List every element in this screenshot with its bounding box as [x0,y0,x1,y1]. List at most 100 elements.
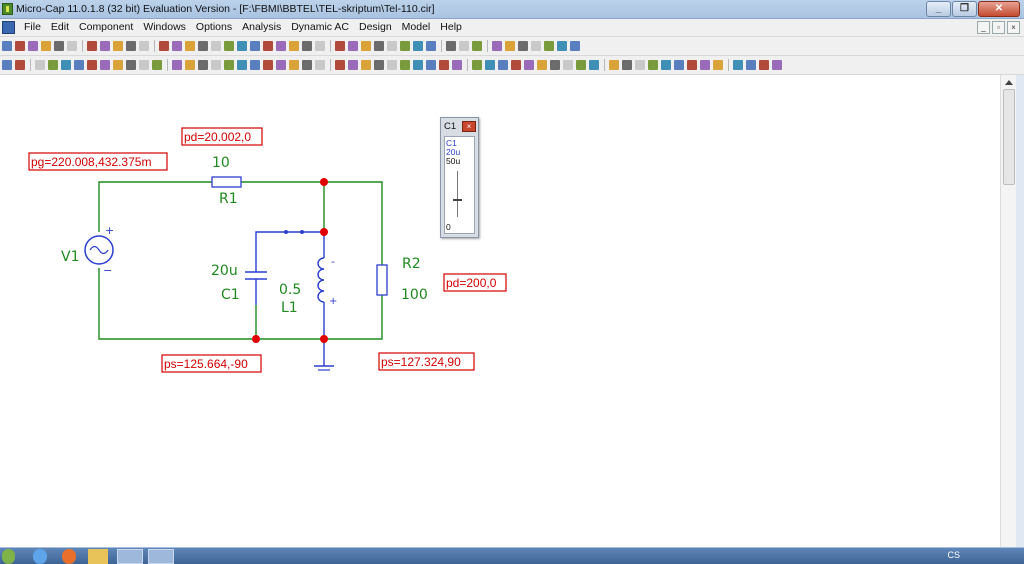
main-tool-icon[interactable] [531,41,541,51]
main-tool-icon[interactable] [505,41,515,51]
component-tool-icon[interactable] [172,60,182,70]
component-tool-icon[interactable] [289,60,299,70]
main-tool-icon[interactable] [289,41,299,51]
component-tool-icon[interactable] [35,60,45,70]
menu-component[interactable]: Component [74,21,138,33]
menu-help[interactable]: Help [435,21,467,33]
component-tool-icon[interactable] [589,60,599,70]
main-tool-icon[interactable] [361,41,371,51]
menu-options[interactable]: Options [191,21,237,33]
firefox-icon[interactable] [62,549,76,564]
ie-icon[interactable] [33,549,47,564]
main-tool-icon[interactable] [302,41,312,51]
component-tool-icon[interactable] [746,60,756,70]
main-tool-icon[interactable] [54,41,64,51]
component-tool-icon[interactable] [263,60,273,70]
main-tool-icon[interactable] [211,41,221,51]
start-button-icon[interactable] [2,549,15,564]
main-tool-icon[interactable] [237,41,247,51]
component-tool-icon[interactable] [113,60,123,70]
main-tool-icon[interactable] [557,41,567,51]
component-tool-icon[interactable] [426,60,436,70]
main-tool-icon[interactable] [459,41,469,51]
component-tool-icon[interactable] [400,60,410,70]
menu-windows[interactable]: Windows [138,21,191,33]
vertical-scrollbar[interactable] [1000,75,1016,547]
menu-dynamic-ac[interactable]: Dynamic AC [286,21,354,33]
component-tool-icon[interactable] [185,60,195,70]
component-tool-icon[interactable] [211,60,221,70]
main-tool-icon[interactable] [250,41,260,51]
main-tool-icon[interactable] [100,41,110,51]
component-tool-icon[interactable] [152,60,162,70]
main-tool-icon[interactable] [413,41,423,51]
component-tool-icon[interactable] [15,60,25,70]
microcap-app-icon[interactable] [2,3,13,15]
component-tool-icon[interactable] [387,60,397,70]
component-tool-icon[interactable] [87,60,97,70]
maximize-button[interactable]: ❐ [952,1,977,17]
component-tool-icon[interactable] [237,60,247,70]
main-tool-icon[interactable] [387,41,397,51]
component-tool-icon[interactable] [472,60,482,70]
menu-model[interactable]: Model [397,21,436,33]
main-tool-icon[interactable] [113,41,123,51]
component-tool-icon[interactable] [276,60,286,70]
slider-window-c1[interactable]: C1 × C1 20u 50u 0 [440,117,479,238]
component-tool-icon[interactable] [713,60,723,70]
component-tool-icon[interactable] [674,60,684,70]
word-taskbar-button[interactable] [117,549,143,564]
main-tool-icon[interactable] [570,41,580,51]
component-tool-icon[interactable] [48,60,58,70]
component-tool-icon[interactable] [348,60,358,70]
component-tool-icon[interactable] [537,60,547,70]
main-tool-icon[interactable] [87,41,97,51]
main-tool-icon[interactable] [224,41,234,51]
main-tool-icon[interactable] [518,41,528,51]
main-tool-icon[interactable] [126,41,136,51]
menu-file[interactable]: File [19,21,46,33]
main-tool-icon[interactable] [472,41,482,51]
component-tool-icon[interactable] [485,60,495,70]
component-tool-icon[interactable] [524,60,534,70]
doc-minimize-button[interactable]: _ [977,21,990,34]
component-tool-icon[interactable] [550,60,560,70]
main-tool-icon[interactable] [172,41,182,51]
component-tool-icon[interactable] [576,60,586,70]
component-tool-icon[interactable] [439,60,449,70]
main-tool-icon[interactable] [544,41,554,51]
component-tool-icon[interactable] [759,60,769,70]
component-tool-icon[interactable] [126,60,136,70]
component-tool-icon[interactable] [609,60,619,70]
component-tool-icon[interactable] [733,60,743,70]
slider-thumb[interactable] [453,198,462,201]
slider-track[interactable] [457,171,458,217]
scrollbar-thumb[interactable] [1003,89,1015,185]
component-tool-icon[interactable] [498,60,508,70]
main-tool-icon[interactable] [446,41,456,51]
component-tool-icon[interactable] [335,60,345,70]
main-tool-icon[interactable] [41,41,51,51]
component-tool-icon[interactable] [563,60,573,70]
main-tool-icon[interactable] [159,41,169,51]
component-tool-icon[interactable] [224,60,234,70]
scroll-up-icon[interactable] [1003,77,1014,88]
doc-restore-button[interactable]: ▫ [992,21,1005,34]
component-tool-icon[interactable] [511,60,521,70]
main-tool-icon[interactable] [67,41,77,51]
component-tool-icon[interactable] [772,60,782,70]
language-indicator[interactable]: CS [947,550,960,560]
explorer-icon[interactable] [88,549,108,564]
schematic-canvas[interactable]: + − V1 10 R1 20u C1 - + 0.5 L1 R2 100 pd… [0,75,1000,547]
component-tool-icon[interactable] [622,60,632,70]
menu-edit[interactable]: Edit [46,21,74,33]
minimize-button[interactable]: _ [926,1,951,17]
main-tool-icon[interactable] [198,41,208,51]
component-tool-icon[interactable] [250,60,260,70]
component-tool-icon[interactable] [315,60,325,70]
main-tool-icon[interactable] [28,41,38,51]
main-tool-icon[interactable] [374,41,384,51]
component-tool-icon[interactable] [2,60,12,70]
main-tool-icon[interactable] [492,41,502,51]
main-tool-icon[interactable] [400,41,410,51]
